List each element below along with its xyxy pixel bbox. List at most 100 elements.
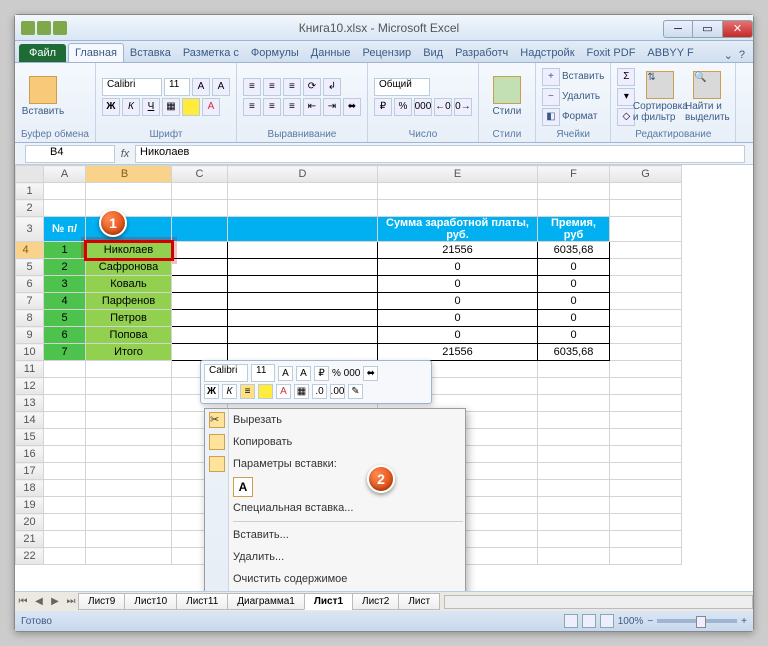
tab-abbyy[interactable]: ABBYY F (641, 44, 699, 62)
cell-G13[interactable] (610, 395, 682, 412)
row-header-20[interactable]: 20 (16, 514, 44, 531)
cell-C2[interactable] (172, 200, 228, 217)
cell-F2[interactable] (538, 200, 610, 217)
delete-cells-icon[interactable]: − (542, 88, 560, 106)
cell-A2[interactable] (44, 200, 86, 217)
cell-F21[interactable] (538, 531, 610, 548)
cell-D9[interactable] (228, 327, 378, 344)
file-tab[interactable]: Файл (19, 44, 66, 62)
sheet-nav-prev[interactable]: ◀ (31, 596, 47, 607)
percent-icon[interactable]: % (394, 98, 412, 116)
align-top-icon[interactable]: ≡ (243, 78, 261, 96)
cell-F3[interactable]: Премия, руб (538, 217, 610, 242)
cell-B12[interactable] (86, 378, 172, 395)
cell-B13[interactable] (86, 395, 172, 412)
mini-dec-icon[interactable]: .0 (312, 384, 327, 399)
paste-button[interactable]: Вставить (21, 68, 65, 126)
cell-G10[interactable] (610, 344, 682, 361)
tab-insert[interactable]: Вставка (124, 44, 177, 62)
cell-A8[interactable]: 5 (44, 310, 86, 327)
number-format-select[interactable]: Общий (374, 78, 430, 96)
cell-F7[interactable]: 0 (538, 293, 610, 310)
cell-F18[interactable] (538, 480, 610, 497)
menu-copy[interactable]: Копировать (205, 431, 465, 453)
cell-G15[interactable] (610, 429, 682, 446)
row-header-18[interactable]: 18 (16, 480, 44, 497)
cell-E3[interactable]: Сумма заработной платы, руб. (378, 217, 538, 242)
cell-D8[interactable] (228, 310, 378, 327)
cell-E8[interactable]: 0 (378, 310, 538, 327)
row-header-2[interactable]: 2 (16, 200, 44, 217)
cell-B2[interactable] (86, 200, 172, 217)
row-header-5[interactable]: 5 (16, 259, 44, 276)
cell-G4[interactable] (610, 242, 682, 259)
cell-A13[interactable] (44, 395, 86, 412)
cell-E5[interactable]: 0 (378, 259, 538, 276)
fontsize-select[interactable]: 11 (164, 78, 190, 96)
sheet-nav-first[interactable]: ⏮ (15, 596, 31, 607)
dec-inc-icon[interactable]: ←0 (434, 98, 452, 116)
col-header-F[interactable]: F (538, 166, 610, 183)
cell-B14[interactable] (86, 412, 172, 429)
indent-inc-icon[interactable]: ⇥ (323, 98, 341, 116)
mini-toolbar[interactable]: Calibri11AA₽% 000⬌ ЖК≡A▦.0.00✎ (200, 360, 432, 404)
cell-A5[interactable]: 2 (44, 259, 86, 276)
cell-G5[interactable] (610, 259, 682, 276)
sheet-tab-Лист1[interactable]: Лист1 (304, 593, 353, 610)
cell-G6[interactable] (610, 276, 682, 293)
row-header-17[interactable]: 17 (16, 463, 44, 480)
find-select-button[interactable]: 🔍Найти и выделить (685, 68, 729, 126)
name-box[interactable]: B4 (25, 145, 115, 163)
cell-B15[interactable] (86, 429, 172, 446)
cell-A15[interactable] (44, 429, 86, 446)
mini-fill-icon[interactable] (258, 384, 273, 399)
cell-C5[interactable] (172, 259, 228, 276)
styles-button[interactable]: Стили (485, 68, 529, 126)
shrink-font-icon[interactable]: A (212, 78, 230, 96)
tab-data[interactable]: Данные (305, 44, 357, 62)
formula-input[interactable]: Николаев (135, 145, 745, 163)
underline-button[interactable]: Ч (142, 98, 160, 116)
cell-A4[interactable]: 1 (44, 242, 86, 259)
sheet-tab-Диаграмма1[interactable]: Диаграмма1 (227, 593, 305, 610)
cell-A6[interactable]: 3 (44, 276, 86, 293)
mini-font-select[interactable]: Calibri (204, 364, 248, 382)
zoom-out-button[interactable]: − (647, 616, 653, 627)
row-header-7[interactable]: 7 (16, 293, 44, 310)
cell-A1[interactable] (44, 183, 86, 200)
cell-E1[interactable] (378, 183, 538, 200)
cell-D6[interactable] (228, 276, 378, 293)
cell-D1[interactable] (228, 183, 378, 200)
row-header-6[interactable]: 6 (16, 276, 44, 293)
cell-A16[interactable] (44, 446, 86, 463)
cell-D2[interactable] (228, 200, 378, 217)
zoom-slider[interactable] (657, 619, 737, 623)
cell-A19[interactable] (44, 497, 86, 514)
mini-fontcolor-icon[interactable]: A (276, 384, 291, 399)
cell-A3[interactable]: № п/ (44, 217, 86, 242)
align-left-icon[interactable]: ≡ (243, 98, 261, 116)
view-normal-icon[interactable] (564, 614, 578, 628)
tab-home[interactable]: Главная (68, 43, 124, 62)
font-select[interactable]: Calibri (102, 78, 162, 96)
cell-A17[interactable] (44, 463, 86, 480)
merge-icon[interactable]: ⬌ (343, 98, 361, 116)
menu-cut[interactable]: ✂Вырезать (205, 409, 465, 431)
row-header-13[interactable]: 13 (16, 395, 44, 412)
minimize-ribbon-icon[interactable]: ⌄ (724, 49, 733, 62)
cell-A9[interactable]: 6 (44, 327, 86, 344)
mini-italic-icon[interactable]: К (222, 384, 237, 399)
row-header-19[interactable]: 19 (16, 497, 44, 514)
cell-C1[interactable] (172, 183, 228, 200)
cell-E7[interactable]: 0 (378, 293, 538, 310)
cell-C6[interactable] (172, 276, 228, 293)
cell-B5[interactable]: Сафронова (86, 259, 172, 276)
cell-B4[interactable]: Николаев (86, 242, 172, 259)
cell-F13[interactable] (538, 395, 610, 412)
row-header-10[interactable]: 10 (16, 344, 44, 361)
row-header-3[interactable]: 3 (16, 217, 44, 242)
insert-cells-icon[interactable]: + (542, 68, 560, 86)
zoom-level[interactable]: 100% (618, 616, 644, 627)
cell-G14[interactable] (610, 412, 682, 429)
cell-F19[interactable] (538, 497, 610, 514)
